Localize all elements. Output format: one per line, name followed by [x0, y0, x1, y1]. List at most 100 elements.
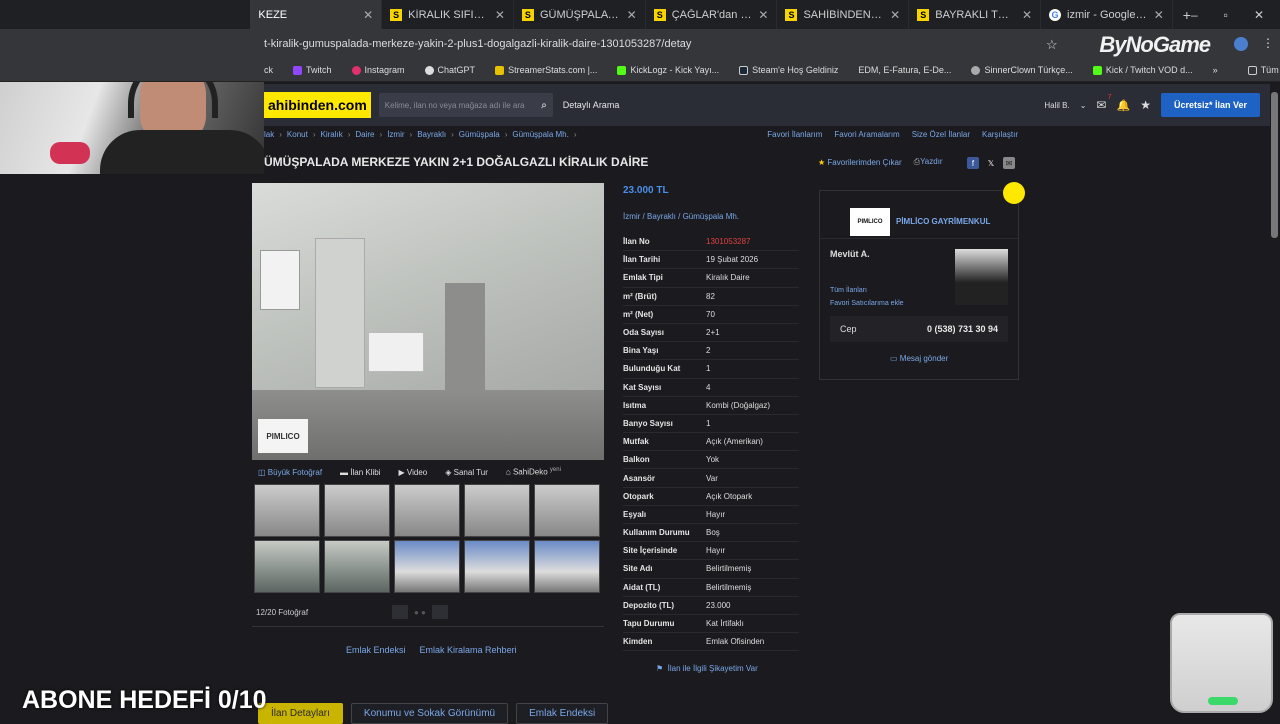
tab-sahideko[interactable]: ⌂ SahiDeko yeni [506, 467, 561, 477]
thumbnail[interactable] [394, 540, 460, 593]
x-icon[interactable]: 𝕏 [985, 157, 997, 169]
url-text[interactable]: t-kiralik-gumuspalada-merkeze-yakin-2-pl… [264, 38, 691, 50]
tab[interactable]: SBAYRAKLI TURANda Yeni✕ [909, 0, 1041, 29]
tab-ad-details[interactable]: İlan Detayları [258, 703, 343, 724]
user-menu[interactable]: Halil B. [1044, 101, 1069, 110]
new-tab-button[interactable]: + [1183, 7, 1191, 23]
chevron-down-icon[interactable]: ⌄ [1080, 101, 1087, 110]
complaint-link[interactable]: ⚑ İlan ile İlgili Şikayetim Var [656, 664, 758, 673]
tab[interactable]: SGÜMÜŞPALA ÇARŞIYA YA✕ [514, 0, 646, 29]
bookmark-overflow[interactable]: » [1213, 65, 1228, 75]
breadcrumb-item[interactable]: Gümüşpala [459, 130, 500, 139]
bookmark-kick-vod[interactable]: Kick / Twitch VOD d... [1092, 65, 1193, 75]
location-link[interactable]: İzmir / Bayraklı / Gümüşpala Mh. [623, 212, 739, 221]
tab[interactable]: SÇAĞLAR'dan Kiralık doğal✕ [646, 0, 778, 29]
all-bookmarks[interactable]: Tüm Yer İşaretleri [1247, 65, 1280, 75]
search-input[interactable]: Kelime, ilan no veya mağaza adı ile ara ⌕ [378, 93, 553, 117]
maximize-button[interactable]: ▫ [1224, 8, 1228, 22]
sahibinden-icon: S [653, 8, 666, 21]
star-icon[interactable]: ★ [1140, 98, 1151, 112]
bookmark-kicklogz[interactable]: KickLogz - Kick Yayı... [617, 65, 719, 75]
rental-guide-link[interactable]: Emlak Kiralama Rehberi [420, 645, 517, 655]
bookmark-chatgpt[interactable]: ChatGPT [424, 65, 475, 75]
address-bar[interactable]: t-kiralik-gumuspalada-merkeze-yakin-2-pl… [0, 29, 1280, 59]
tab-big-photo[interactable]: ◫ Büyük Fotoğraf [258, 468, 322, 477]
thumbnail[interactable] [324, 540, 390, 593]
bookmark-streamerstats[interactable]: StreamerStats.com |... [495, 65, 597, 75]
favorite-ads-link[interactable]: Favori İlanlarım [767, 130, 822, 139]
photo-counter: 12/20 Fotoğraf [256, 608, 309, 617]
minimize-button[interactable]: – [1191, 8, 1198, 22]
bookmark-steam[interactable]: Steam'e Hoş Geldiniz [739, 65, 838, 75]
thumbnail[interactable] [254, 484, 320, 537]
all-ads-link[interactable]: Tüm İlanları [830, 284, 904, 297]
close-icon[interactable]: ✕ [363, 8, 373, 22]
detailed-search-link[interactable]: Detaylı Arama [563, 100, 620, 110]
star-icon[interactable]: ☆ [1046, 37, 1058, 53]
close-window-button[interactable]: ✕ [1254, 8, 1264, 22]
breadcrumb-item[interactable]: Konut [287, 130, 308, 139]
tab-video[interactable]: ▶ Video [399, 468, 428, 477]
close-icon[interactable]: ✕ [1022, 8, 1032, 22]
compare-link[interactable]: Karşılaştır [982, 130, 1018, 139]
bookmark-instagram[interactable]: Instagram [351, 65, 405, 75]
close-icon[interactable]: ✕ [890, 8, 900, 22]
photo-door [315, 238, 365, 388]
thumbnail[interactable] [464, 540, 530, 593]
bookmark-edm[interactable]: EDM, E-Fatura, E-De... [858, 65, 951, 75]
profile-icon[interactable] [1234, 37, 1248, 51]
tab-virtual-tour[interactable]: ◈ Sanal Tur [445, 468, 488, 477]
agency-logo: PIMLICO [850, 207, 890, 236]
next-page-button[interactable] [431, 605, 448, 619]
breadcrumb-item[interactable]: Gümüşpala Mh. [512, 130, 568, 139]
agency-header[interactable]: PIMLICO PİMLİCO GAYRİMENKUL [820, 191, 1018, 239]
close-icon[interactable]: ✕ [495, 8, 505, 22]
close-icon[interactable]: ✕ [627, 8, 637, 22]
bookmark[interactable]: ck [264, 65, 273, 75]
bookmark-twitch[interactable]: Twitch [293, 65, 332, 75]
emlak-endeksi-link[interactable]: Emlak Endeksi [346, 645, 406, 655]
menu-icon[interactable]: ⋮ [1262, 36, 1274, 50]
thumbnail[interactable] [254, 540, 320, 593]
print-button[interactable]: ⎙Yazdır [914, 157, 943, 167]
phone-number[interactable]: 0 (538) 731 30 94 [927, 324, 998, 334]
tab[interactable]: Gizmir - Google'da Ara✕ [1041, 0, 1173, 29]
thumbnail[interactable] [394, 484, 460, 537]
bookmark-sinnerclown[interactable]: SinnerClown Türkçe... [971, 65, 1073, 75]
thumbnail[interactable] [534, 484, 600, 537]
thumbnail[interactable] [534, 540, 600, 593]
tab[interactable]: SKİRALIK SIFIR DAİRE BAYR✕ [382, 0, 514, 29]
agency-name[interactable]: PİMLİCO GAYRİMENKUL [896, 217, 990, 226]
scrollbar[interactable] [1271, 92, 1278, 238]
remove-favorite-button[interactable]: ★ Favorilerimden Çıkar [818, 158, 902, 167]
tab-location[interactable]: Konumu ve Sokak Görünümü [350, 703, 509, 724]
search-icon[interactable]: ⌕ [541, 100, 547, 111]
close-icon[interactable]: ✕ [1154, 8, 1164, 22]
prev-page-button[interactable] [392, 605, 408, 619]
tab[interactable]: SSAHİBİNDEN NALDÖKEN✕ [777, 0, 910, 29]
breadcrumb-item[interactable]: Kiralık [320, 130, 342, 139]
facebook-icon[interactable]: f [967, 157, 979, 169]
thumbnail[interactable] [324, 484, 390, 537]
post-ad-button[interactable]: Ücretsiz* İlan Ver [1160, 93, 1260, 117]
special-ads-link[interactable]: Size Özel İlanlar [912, 130, 970, 139]
send-message-link[interactable]: ▭ Mesaj gönder [890, 354, 948, 363]
thumbnail[interactable] [464, 484, 530, 537]
table-row: m² (Brüt) 82 [623, 288, 799, 306]
breadcrumb-item[interactable]: Daire [355, 130, 374, 139]
breadcrumb-item[interactable]: lak [264, 130, 274, 139]
bell-icon[interactable]: 🔔 [1116, 99, 1130, 112]
favorite-seller-link[interactable]: Favori Satıcılarıma ekle [830, 297, 904, 310]
mail-icon[interactable]: ✉ 7 [1096, 94, 1111, 112]
close-icon[interactable]: ✕ [758, 8, 768, 22]
email-icon[interactable]: ✉ [1003, 157, 1015, 169]
breadcrumb-item[interactable]: Bayraklı [417, 130, 446, 139]
favorite-searches-link[interactable]: Favori Aramalarım [834, 130, 899, 139]
agent-name: Mevlüt A. [830, 249, 870, 259]
premium-badge-icon [1005, 184, 1023, 202]
site-logo[interactable]: ahibinden.com [264, 92, 371, 118]
tab-video-clip[interactable]: ▬ İlan Klibi [340, 468, 380, 477]
breadcrumb-item[interactable]: İzmir [387, 130, 404, 139]
tab-active[interactable]: KEZE ✕ [250, 0, 383, 29]
tab-emlak-endeksi[interactable]: Emlak Endeksi [516, 703, 609, 724]
